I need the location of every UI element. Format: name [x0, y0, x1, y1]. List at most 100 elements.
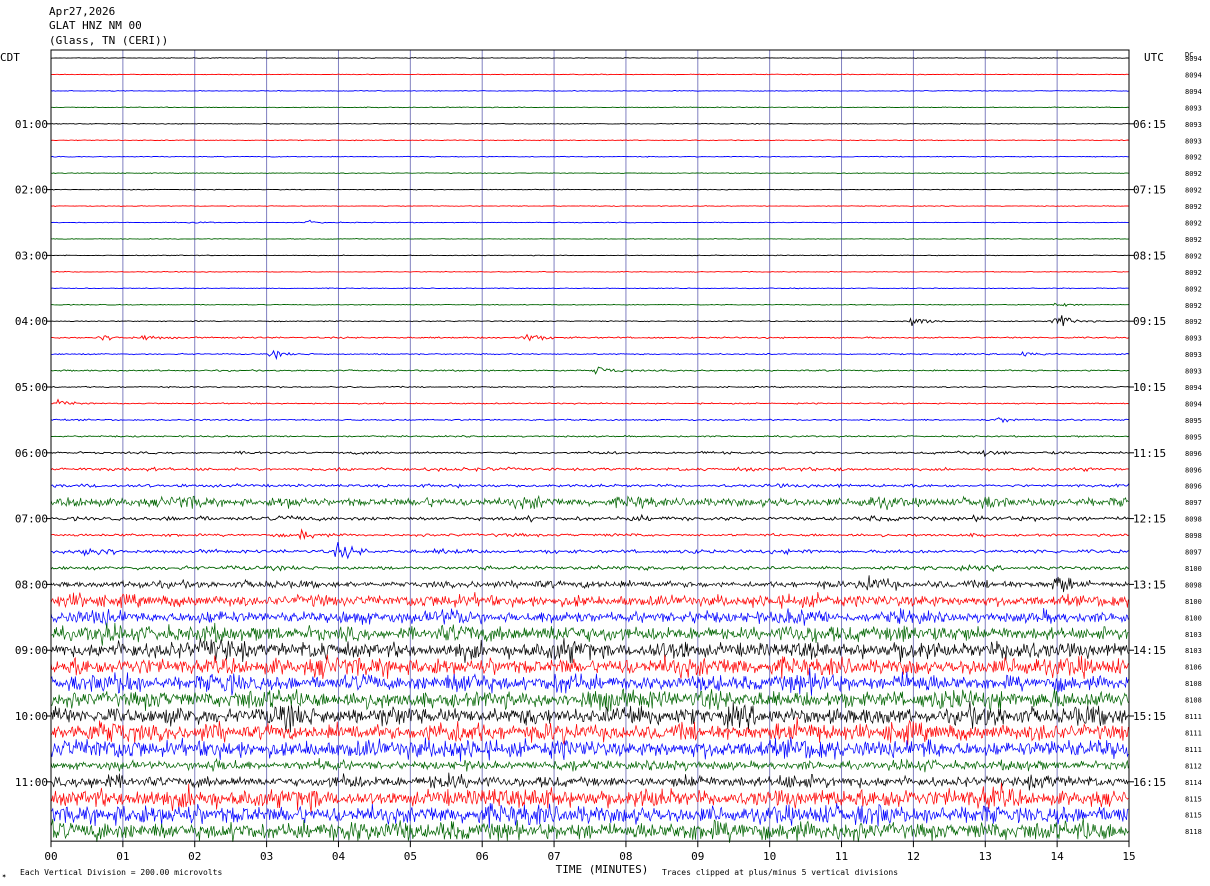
dc-offset-label: 8093 [1185, 121, 1202, 129]
dc-offset-label: 8108 [1185, 697, 1202, 705]
x-tick-label: 12 [907, 850, 920, 863]
trace-line [50, 717, 1129, 746]
scale-note: Each Vertical Division = 200.00 microvol… [20, 868, 222, 877]
right-hour-label: 10:15 [1133, 381, 1166, 394]
trace-line [50, 90, 1130, 92]
dc-offset-label: 8097 [1185, 549, 1202, 557]
x-tick-label: 15 [1122, 850, 1135, 863]
dc-offset-label: 8111 [1185, 713, 1202, 721]
left-hour-label: 02:00 [15, 184, 48, 197]
right-hour-label: 07:15 [1133, 184, 1166, 197]
left-hour-label: 09:00 [15, 644, 48, 657]
right-hour-label: 16:15 [1133, 776, 1166, 789]
dc-offset-label: 8108 [1185, 680, 1202, 688]
dc-offset-label: 8100 [1185, 565, 1202, 573]
dc-offset-label: 8115 [1185, 795, 1202, 803]
trace-line [50, 466, 1130, 473]
trace-line [50, 482, 1130, 489]
dc-offset-label: 8098 [1185, 516, 1202, 524]
left-hour-label: 06:00 [15, 447, 48, 460]
dc-offset-label: 8103 [1185, 631, 1202, 639]
dc-offset-label: 8092 [1185, 236, 1202, 244]
dc-offset-label: 8093 [1185, 137, 1202, 145]
right-hour-label: 06:15 [1133, 118, 1166, 131]
dc-offset-label: 8096 [1185, 466, 1202, 474]
dc-offset-label: 8096 [1185, 483, 1202, 491]
trace-line [50, 700, 1129, 733]
dc-offset-label: 8096 [1185, 450, 1202, 458]
trace-line [51, 106, 1130, 109]
trace-line [50, 782, 1129, 813]
x-tick-label: 06 [476, 850, 489, 863]
dc-offset-label: 8095 [1185, 433, 1202, 441]
trace-line [50, 188, 1130, 191]
dc-offset-label: 8092 [1185, 154, 1202, 162]
trace-line [50, 494, 1129, 511]
trace-line [50, 254, 1130, 257]
trace-line [50, 737, 1129, 762]
trace-line [50, 513, 1130, 523]
left-hour-label: 10:00 [15, 710, 48, 723]
dc-offset-label: 8092 [1185, 302, 1202, 310]
dc-offset-label: 8094 [1185, 400, 1202, 408]
trace-line [50, 57, 1130, 59]
dc-offset-label: 8093 [1185, 104, 1202, 112]
trace-line [50, 238, 1130, 240]
x-tick-label: 04 [332, 850, 346, 863]
corner-mark: ✶ [2, 872, 7, 880]
trace-line [50, 302, 1130, 307]
dc-offset-label: 8094 [1185, 384, 1202, 392]
left-hour-label: 05:00 [15, 381, 48, 394]
dc-offset-label: 8093 [1185, 351, 1202, 359]
trace-line [50, 528, 1130, 541]
dc-offset-label: 8111 [1185, 729, 1202, 737]
trace-line [50, 73, 1130, 76]
trace-line [50, 607, 1129, 628]
dc-offset-label: 8092 [1185, 220, 1202, 228]
dc-offset-label: 8092 [1185, 318, 1202, 326]
left-hour-label: 11:00 [15, 776, 48, 789]
dc-offset-label: 8112 [1185, 762, 1202, 770]
left-hour-label: 04:00 [15, 315, 48, 328]
axis-labels: 8094 8094 8094 8093 8093 8093 8092 8092 8092 8092… [15, 55, 1202, 863]
dc-offset-label: 8106 [1185, 664, 1202, 672]
left-hour-label: 01:00 [15, 118, 48, 131]
dc-offset-label: 8093 [1185, 368, 1202, 376]
dc-offset-label: 8115 [1185, 812, 1202, 820]
dc-offset-label: 8092 [1185, 269, 1202, 277]
trace-line [50, 122, 1130, 125]
seismic-traces [50, 57, 1130, 843]
left-hour-label: 03:00 [15, 249, 48, 262]
right-hour-label: 15:15 [1133, 710, 1166, 723]
trace-line [50, 591, 1129, 609]
dc-offset-label: 8092 [1185, 252, 1202, 260]
x-tick-label: 14 [1051, 850, 1065, 863]
dc-offset-label: 8111 [1185, 746, 1202, 754]
dc-offset-label: 8094 [1185, 71, 1202, 79]
header-station: GLAT HNZ NM 00 [49, 19, 142, 32]
plot-border [50, 49, 1130, 842]
dc-offset-label: 8095 [1185, 417, 1202, 425]
trace-line [50, 172, 1130, 175]
dc-offset-label: 8118 [1185, 828, 1202, 836]
trace-line [51, 270, 1130, 273]
x-tick-label: 03 [260, 850, 273, 863]
x-tick-label: 01 [116, 850, 129, 863]
trace-line [50, 219, 1130, 224]
x-tick-label: 11 [835, 850, 848, 863]
dc-offset-label: 8100 [1185, 614, 1202, 622]
left-timezone-label: CDT [0, 51, 20, 64]
right-hour-label: 11:15 [1133, 447, 1166, 460]
trace-line [50, 638, 1129, 664]
helicorder-plot: 8094 8094 8094 8093 8093 8093 8092 8092 8092 8092… [0, 5, 1202, 880]
right-timezone-label: UTC [1144, 51, 1164, 64]
x-tick-label: 09 [691, 850, 704, 863]
dc-offset-label: 8092 [1185, 285, 1202, 293]
x-tick-label: 05 [404, 850, 417, 863]
dc-offset-label: 8100 [1185, 598, 1202, 606]
dc-offset-label: 8092 [1185, 203, 1202, 211]
trace-line [50, 398, 1130, 405]
plot-frame [50, 49, 1130, 842]
trace-line [51, 205, 1130, 207]
trace-line [50, 385, 1130, 389]
